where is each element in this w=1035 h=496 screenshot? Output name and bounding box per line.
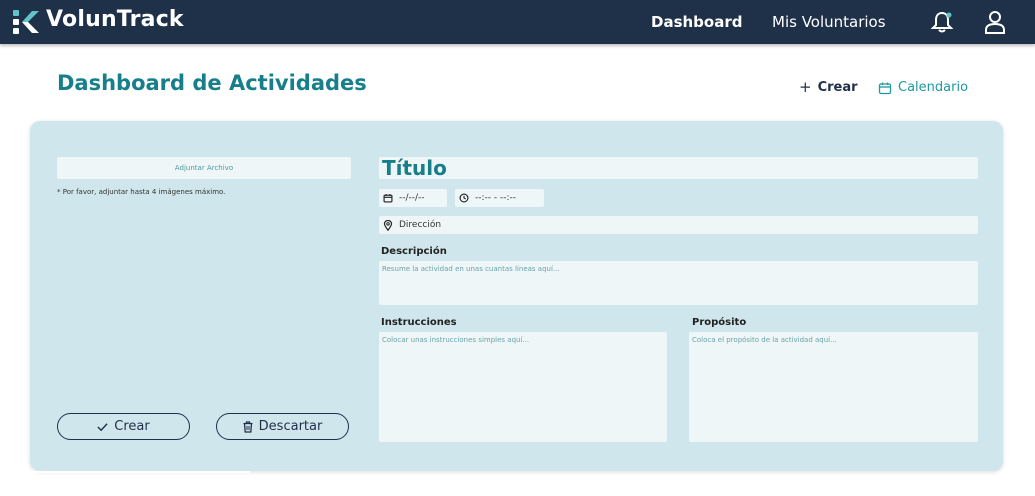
- clock-icon: [459, 193, 469, 203]
- attach-file-button[interactable]: Adjuntar Archivo: [57, 157, 351, 179]
- time-placeholder: --:-- - --:--: [475, 193, 517, 203]
- divider-line: [30, 471, 250, 473]
- calendar-icon: [383, 194, 393, 203]
- check-icon: [97, 422, 108, 431]
- trash-icon: [243, 420, 253, 433]
- nav-dashboard[interactable]: Dashboard: [651, 13, 742, 31]
- location-pin-icon: [383, 219, 393, 231]
- date-placeholder: --/--/--: [399, 193, 425, 203]
- nav-mis-voluntarios[interactable]: Mis Voluntarios: [772, 13, 886, 31]
- purpose-label: Propósito: [692, 317, 747, 328]
- description-label: Descripción: [381, 246, 447, 257]
- logo-icon: [13, 10, 39, 34]
- bell-icon[interactable]: [929, 9, 955, 35]
- top-navbar: VolunTrack Dashboard Mis Voluntarios: [0, 0, 1035, 44]
- address-placeholder: Dirección: [399, 220, 442, 230]
- attach-note: * Por favor, adjuntar hasta 4 imágenes m…: [57, 188, 226, 196]
- discard-button-label: Descartar: [258, 419, 323, 434]
- create-action-label: Crear: [817, 80, 858, 95]
- discard-button[interactable]: Descartar: [216, 413, 349, 440]
- instructions-label: Instrucciones: [381, 317, 457, 328]
- create-action-button[interactable]: + Crear: [799, 78, 858, 96]
- title-placeholder: Título: [382, 156, 447, 180]
- description-textarea[interactable]: Resume la actividad en unas cuantas líne…: [379, 261, 978, 305]
- user-icon[interactable]: [982, 9, 1008, 35]
- create-button-label: Crear: [114, 419, 150, 434]
- calendar-action-label: Calendario: [898, 80, 969, 95]
- calendar-icon: [878, 82, 892, 94]
- time-input[interactable]: --:-- - --:--: [455, 189, 544, 207]
- title-input[interactable]: Título: [379, 156, 978, 180]
- plus-icon: +: [799, 78, 812, 96]
- page-title: Dashboard de Actividades: [57, 71, 367, 95]
- purpose-textarea[interactable]: Coloca el propósito de la actividad aquí…: [689, 332, 978, 442]
- address-input[interactable]: Dirección: [379, 216, 978, 234]
- instructions-textarea[interactable]: Colocar unas instrucciones simples aquí.…: [379, 332, 667, 442]
- create-button[interactable]: Crear: [57, 413, 190, 440]
- calendar-action-button[interactable]: Calendario: [878, 80, 968, 95]
- app-brand[interactable]: VolunTrack: [46, 7, 184, 32]
- activity-form-card: Adjuntar Archivo * Por favor, adjuntar h…: [30, 121, 1003, 471]
- date-input[interactable]: --/--/--: [379, 189, 447, 207]
